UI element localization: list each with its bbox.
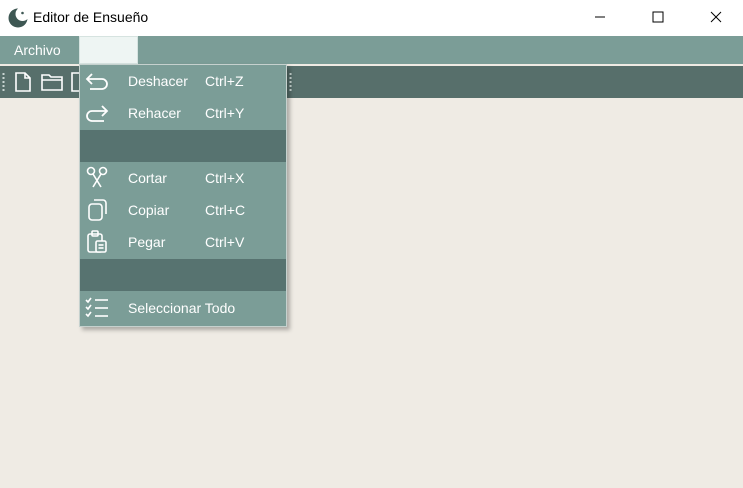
menu-item-label: Cortar <box>128 170 167 186</box>
menu-item-shortcut: Ctrl+C <box>205 202 246 218</box>
title-bar: Editor de Ensueño <box>0 0 743 36</box>
menu-item-label: Pegar <box>128 234 166 250</box>
paste-icon <box>84 229 110 255</box>
toolbar-grip[interactable] <box>2 72 5 92</box>
maximize-button[interactable] <box>629 0 687 36</box>
redo-icon <box>84 100 110 126</box>
close-button[interactable] <box>687 0 743 36</box>
undo-icon <box>84 68 110 94</box>
menu-archivo[interactable]: Archivo <box>14 36 61 64</box>
menu-item-copy[interactable]: Copiar Ctrl+C <box>80 194 286 226</box>
maximize-icon <box>652 10 664 26</box>
menu-item-label: Rehacer <box>128 105 181 121</box>
edit-menu-dropdown: Deshacer Ctrl+Z Rehacer Ctrl+Y Cortar Ct… <box>79 64 287 327</box>
window-title: Editor de Ensueño <box>33 9 149 25</box>
copy-icon <box>84 197 110 223</box>
close-icon <box>710 10 722 26</box>
open-folder-icon[interactable] <box>40 71 63 93</box>
select-all-icon <box>84 295 110 321</box>
menu-bar: Archivo Editar <box>0 36 743 64</box>
menu-item-undo[interactable]: Deshacer Ctrl+Z <box>80 65 286 97</box>
menu-item-select-all[interactable]: Seleccionar Todo <box>80 292 286 324</box>
menu-item-redo[interactable]: Rehacer Ctrl+Y <box>80 97 286 129</box>
menu-item-shortcut: Ctrl+Y <box>205 105 245 121</box>
menu-separator <box>80 130 286 162</box>
menu-item-cut[interactable]: Cortar Ctrl+X <box>80 162 286 194</box>
menu-item-paste[interactable]: Pegar Ctrl+V <box>80 226 286 258</box>
menu-item-label: Deshacer <box>128 73 188 89</box>
minimize-button[interactable] <box>571 0 629 36</box>
toolbar-grip-end[interactable] <box>289 72 292 92</box>
menu-separator <box>80 259 286 291</box>
crescent-moon-icon <box>7 7 30 29</box>
minimize-icon <box>594 10 606 26</box>
new-file-icon[interactable] <box>12 71 34 93</box>
menu-item-label: Seleccionar Todo <box>128 300 236 316</box>
scissors-icon <box>84 165 110 191</box>
menu-item-shortcut: Ctrl+X <box>205 170 245 186</box>
menu-item-shortcut: Ctrl+V <box>205 234 245 250</box>
menu-editar[interactable]: Editar <box>79 36 138 64</box>
menu-item-label: Copiar <box>128 202 170 218</box>
menu-item-shortcut: Ctrl+Z <box>205 73 244 89</box>
